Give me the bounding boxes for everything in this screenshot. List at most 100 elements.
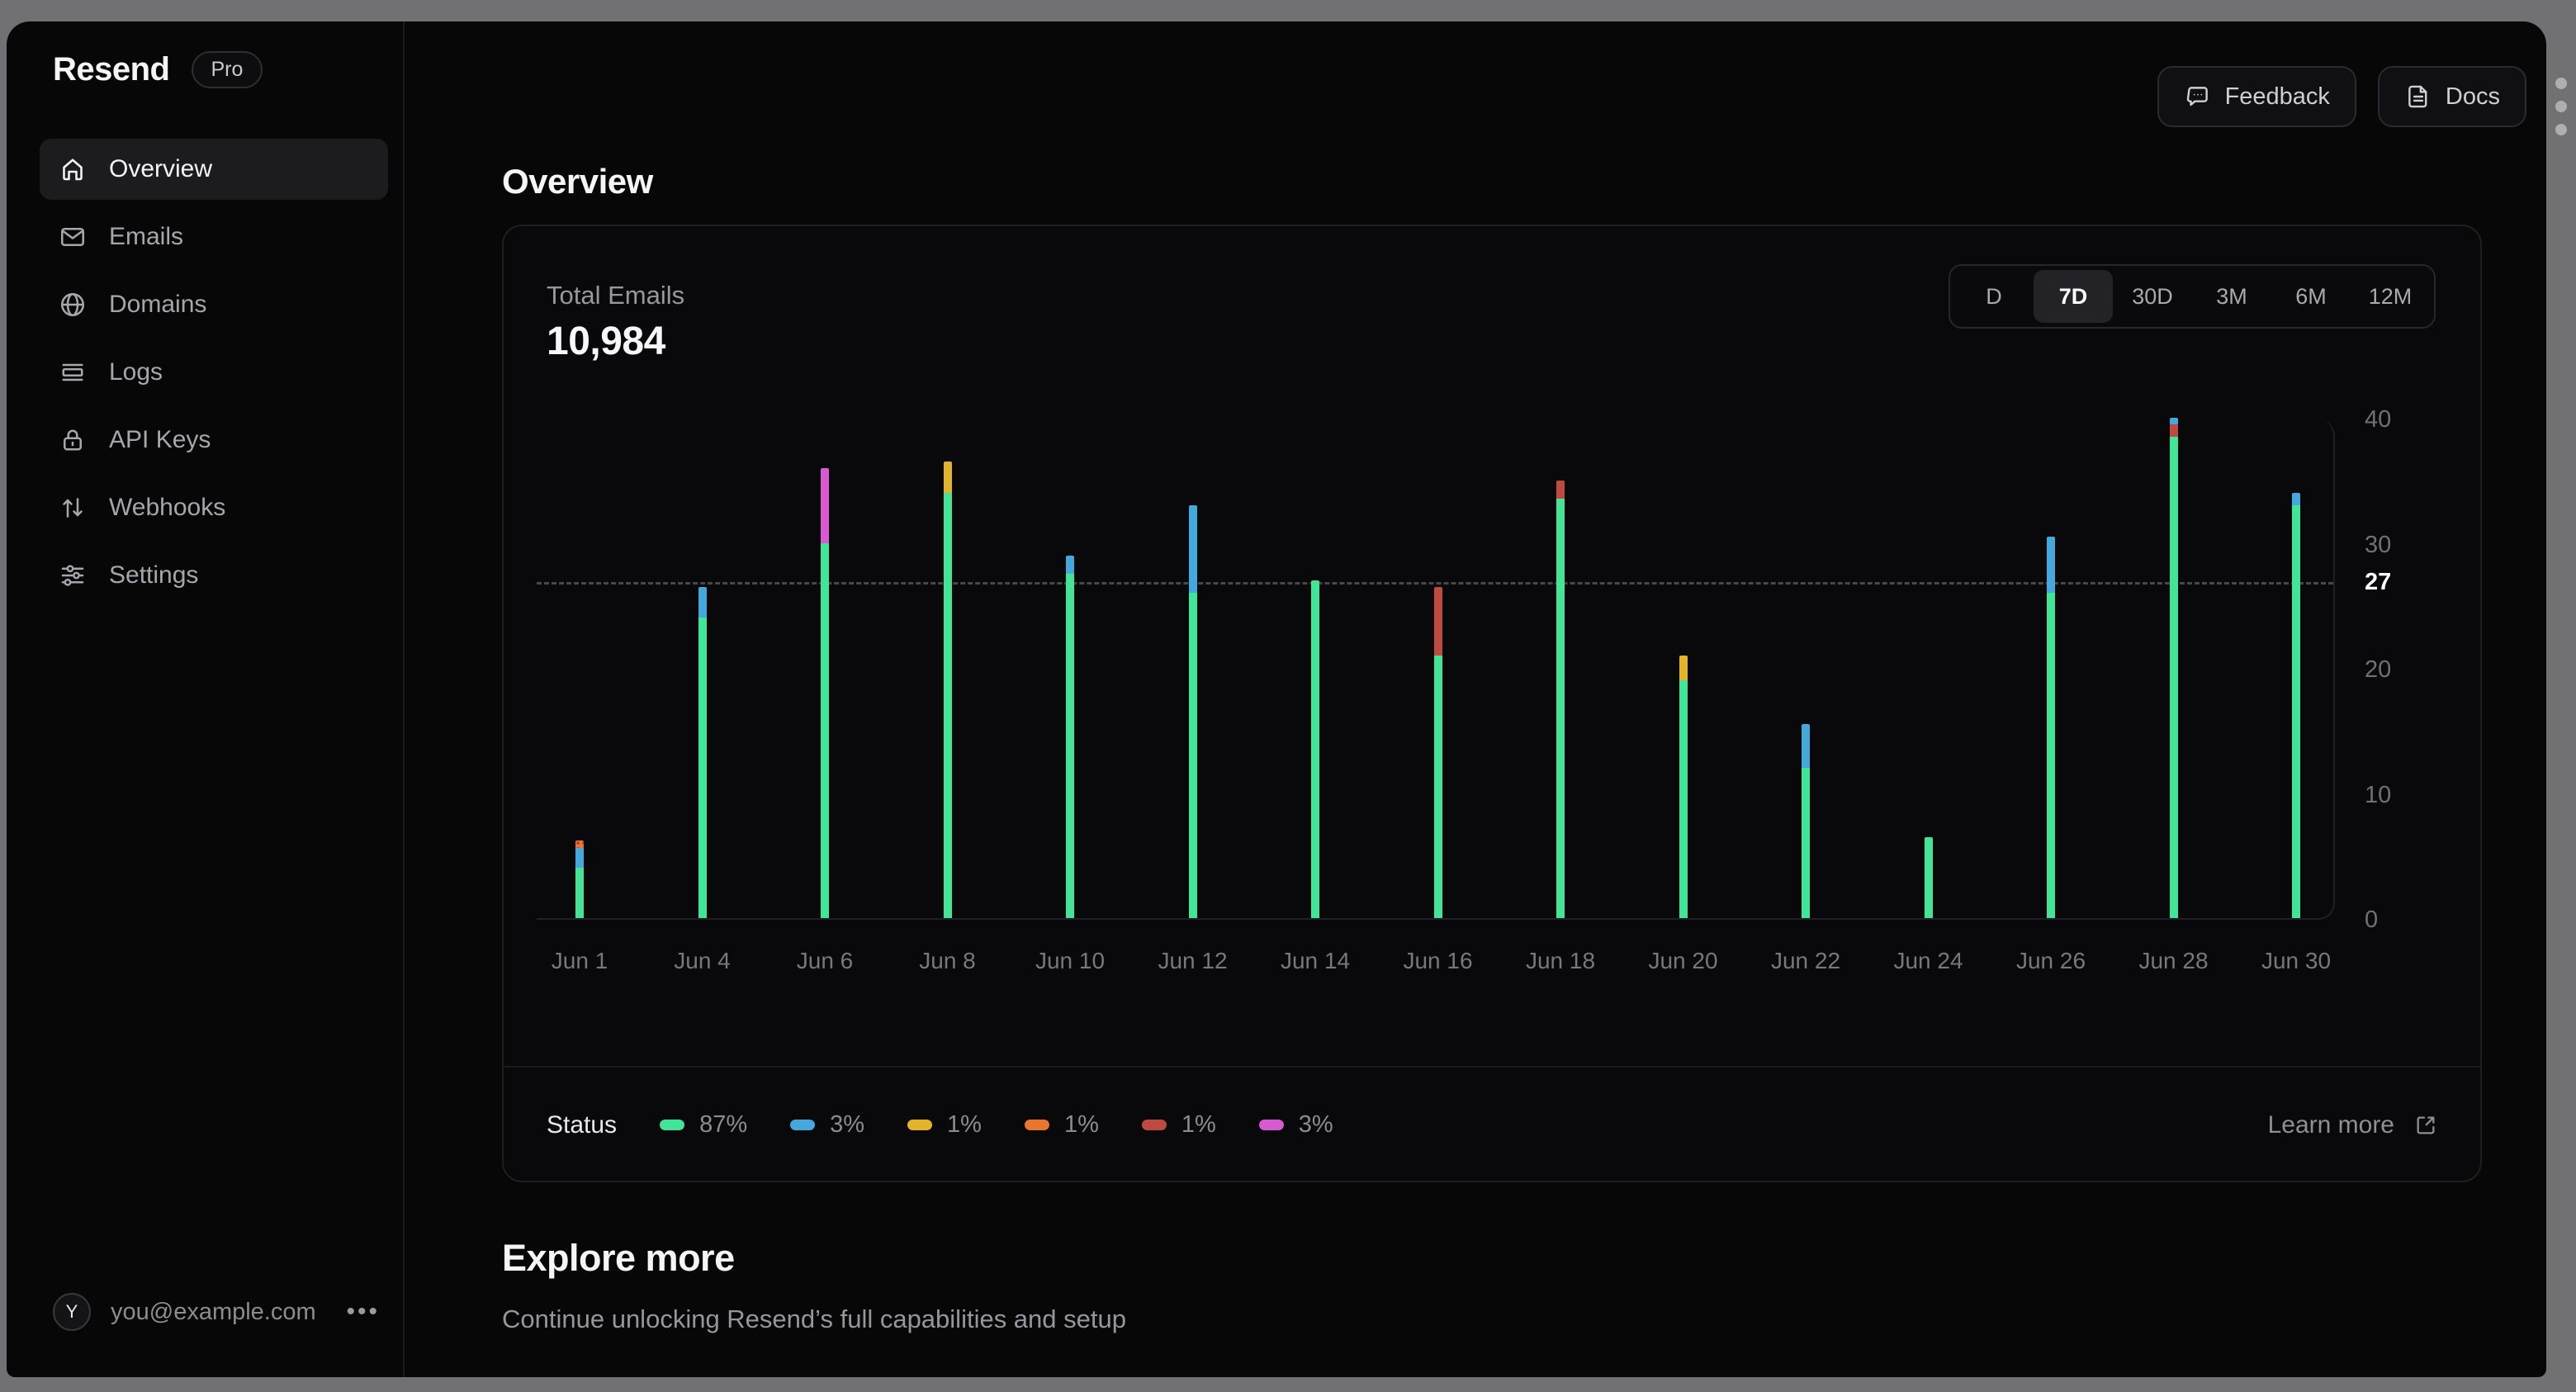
bar-segment-blue: [2169, 418, 2178, 424]
range-7d[interactable]: 7D: [2034, 270, 2113, 323]
total-emails-card: Total Emails 10,984 D 7D 30D 3M 6M 12M Jun 1J…: [502, 225, 2482, 1182]
x-tick-label: Jun 16: [1403, 948, 1473, 973]
explore-more-title: Explore more: [502, 1237, 735, 1279]
bar-jun-14[interactable]: [1311, 580, 1319, 918]
account-menu-icon[interactable]: •••: [341, 1293, 385, 1331]
bar-jun-24[interactable]: [1924, 836, 1933, 918]
window-handle-dots[interactable]: [2555, 78, 2567, 135]
y-tick-label: 30: [2365, 531, 2392, 558]
bar-jun-10[interactable]: [1066, 555, 1074, 918]
range-3m[interactable]: 3M: [2192, 270, 2271, 323]
x-tick-label: Jun 24: [1893, 948, 1963, 973]
range-d[interactable]: D: [1954, 270, 2034, 323]
avatar: Y: [53, 1293, 91, 1331]
x-tick-label: Jun 4: [674, 948, 731, 973]
legend-swatch-orange: [1024, 1120, 1049, 1130]
bar-jun-1[interactable]: [575, 840, 584, 918]
sidebar-item-logs[interactable]: Logs: [40, 342, 388, 403]
y-tick-label: 10: [2365, 781, 2392, 808]
sidebar-item-label: Domains: [109, 291, 207, 318]
legend-entry-magenta: 3%: [1258, 1111, 1333, 1139]
bar-jun-26[interactable]: [2047, 536, 2055, 918]
x-tick-label: Jun 1: [551, 948, 608, 973]
x-tick-label: Jun 10: [1035, 948, 1106, 973]
x-tick-label: Jun 12: [1158, 948, 1228, 973]
sidebar-item-domains[interactable]: Domains: [40, 274, 388, 335]
stat-label: Total Emails: [547, 281, 685, 310]
legend-percent: 3%: [830, 1111, 865, 1138]
sidebar-item-webhooks[interactable]: Webhooks: [40, 477, 388, 538]
bar-segment-green: [2047, 593, 2055, 918]
button-label: Feedback: [2224, 83, 2330, 110]
bar-segment-green: [2292, 505, 2300, 918]
legend-swatch-yellow: [907, 1120, 933, 1130]
sidebar-nav: Overview Emails Domains Logs API Keys Webhook…: [40, 139, 388, 606]
x-tick-label: Jun 6: [796, 948, 854, 973]
account-row[interactable]: Y you@example.com •••: [53, 1293, 385, 1331]
sidebar-item-label: Overview: [109, 155, 213, 182]
bar-jun-18[interactable]: [1556, 480, 1565, 918]
legend-percent: 3%: [1298, 1111, 1333, 1138]
learn-more-label: Learn more: [2267, 1110, 2394, 1139]
sidebar-item-api-keys[interactable]: API Keys: [40, 410, 388, 471]
bar-segment-blue: [575, 848, 584, 869]
arrows-up-down-icon: [58, 493, 88, 523]
feedback-bubble-icon: [2184, 83, 2212, 111]
sidebar-item-emails[interactable]: Emails: [40, 206, 388, 268]
bar-jun-6[interactable]: [821, 467, 829, 918]
account-email: you@example.com: [111, 1298, 316, 1325]
bar-segment-red: [1556, 480, 1565, 500]
bar-jun-4[interactable]: [698, 586, 707, 918]
x-tick-label: Jun 28: [2138, 948, 2209, 973]
bar-segment-blue: [2292, 492, 2300, 506]
legend-label: Status: [547, 1110, 618, 1139]
plan-badge: Pro: [191, 51, 263, 88]
bar-chart-plot: [537, 418, 2335, 920]
bar-jun-22[interactable]: [1802, 724, 1810, 918]
sidebar-item-label: Settings: [109, 561, 199, 589]
y-tick-label: 0: [2365, 907, 2379, 933]
bar-segment-green: [821, 542, 829, 918]
bar-jun-20[interactable]: [1679, 655, 1688, 918]
legend-entry-blue: 3%: [790, 1111, 864, 1139]
x-tick-label: Jun 22: [1770, 948, 1841, 973]
sidebar-item-settings[interactable]: Settings: [40, 545, 388, 606]
x-axis-labels: Jun 1 Jun 4 Jun 6 Jun 8 Jun 10 Jun 12 Jun 14 Ju…: [537, 948, 2335, 981]
sidebar-item-overview[interactable]: Overview: [40, 139, 388, 200]
page-title: Overview: [502, 162, 653, 201]
bar-segment-green: [1311, 580, 1319, 918]
bar-jun-30[interactable]: [2292, 492, 2300, 918]
legend-percent: 1%: [1063, 1111, 1099, 1138]
docs-button[interactable]: Docs: [2377, 66, 2526, 127]
legend-entry-red: 1%: [1141, 1111, 1216, 1139]
range-6m[interactable]: 6M: [2271, 270, 2351, 323]
bar-segment-yellow: [943, 462, 952, 493]
explore-more-subtitle: Continue unlocking Resend’s full capabil…: [502, 1304, 1126, 1333]
range-12m[interactable]: 12M: [2351, 270, 2430, 323]
learn-more-link[interactable]: Learn more: [2268, 1111, 2439, 1139]
sidebar-item-label: Emails: [109, 223, 184, 250]
y-tick-reference: 27: [2365, 568, 2392, 595]
bar-jun-28[interactable]: [2169, 418, 2178, 918]
globe-icon: [58, 290, 88, 320]
bar-segment-blue: [1066, 555, 1074, 575]
feedback-button[interactable]: Feedback: [2157, 66, 2356, 127]
bar-segment-blue: [2047, 536, 2055, 594]
range-30d[interactable]: 30D: [2113, 270, 2192, 323]
bar-segment-green: [575, 868, 584, 918]
x-tick-label: Jun 14: [1280, 948, 1351, 973]
sidebar: Resend Pro Overview Emails Domains Logs API …: [7, 21, 405, 1377]
button-label: Docs: [2445, 83, 2500, 110]
bar-segment-green: [943, 492, 952, 918]
legend-swatch-green: [660, 1120, 685, 1130]
bar-segment-green: [1556, 499, 1565, 918]
bar-jun-16[interactable]: [1433, 586, 1442, 918]
bar-jun-12[interactable]: [1188, 505, 1197, 918]
legend-swatch-magenta: [1258, 1120, 1284, 1130]
app-logo: Resend: [53, 51, 170, 88]
sliders-icon: [58, 561, 88, 590]
bar-jun-8[interactable]: [943, 462, 952, 918]
legend-entry-orange: 1%: [1024, 1111, 1099, 1139]
bar-segment-blue: [698, 586, 707, 618]
bar-segment-green: [1066, 574, 1074, 918]
